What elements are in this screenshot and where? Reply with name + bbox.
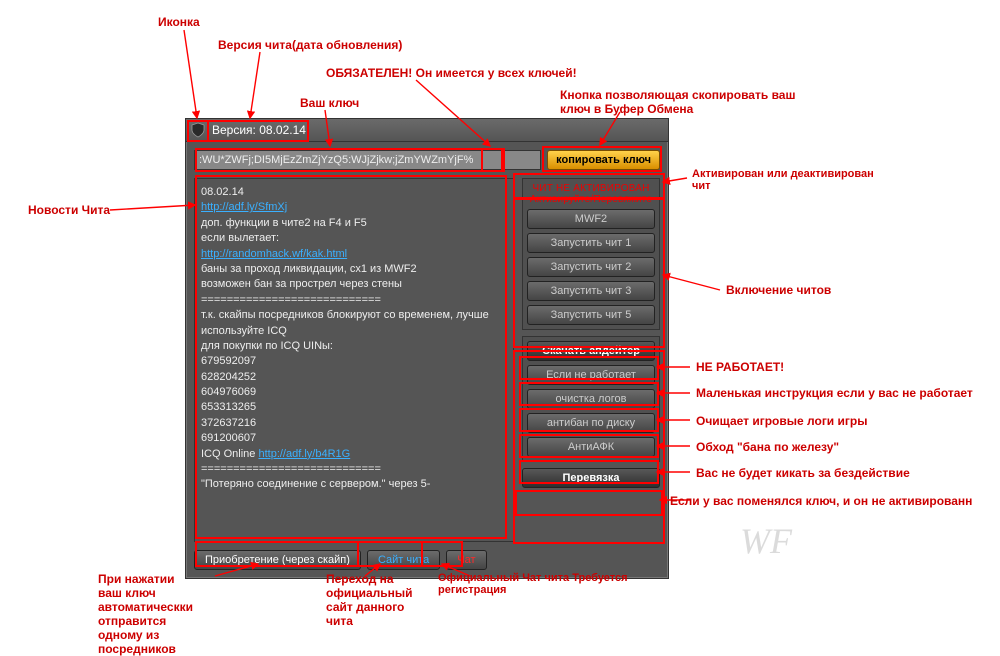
- annotation-label: НЕ РАБОТАЕТ!: [696, 360, 784, 374]
- news-link[interactable]: http://adf.ly/SfmXj: [201, 201, 287, 213]
- annotation-label: Официальный Чат чита Требуется регистрац…: [438, 572, 628, 596]
- if-not-working-button[interactable]: Если не работает: [527, 365, 655, 385]
- news-line: доп. функции в чите2 на F4 и F5: [201, 217, 367, 229]
- news-line: 604976069: [201, 386, 256, 398]
- key-input[interactable]: [194, 150, 541, 170]
- news-line: 653313265: [201, 401, 256, 413]
- watermark-text: WF: [740, 520, 792, 562]
- rebind-button[interactable]: Перевязка: [522, 468, 660, 488]
- annotation-label: Маленькая инструкция если у вас не работ…: [696, 386, 973, 400]
- annotation-label: Кнопка позволяющая скопировать ваш ключ …: [560, 88, 795, 116]
- news-line: 691200607: [201, 432, 256, 444]
- cheat-site-button[interactable]: Сайт чита: [367, 550, 440, 570]
- annotation-label: Если у вас поменялся ключ, и он не актив…: [670, 494, 972, 508]
- cheats-box-title: ЧИТ НЕ АКТИВИРОВАН Активируйте/Перевяжит…: [527, 183, 655, 205]
- run-cheat-1-button[interactable]: Запустить чит 1: [527, 233, 655, 253]
- news-panel[interactable]: 08.02.14 http://adf.ly/SfmXj доп. функци…: [194, 178, 514, 542]
- app-window: Версия: 08.02.14 копировать ключ 08.02.1…: [185, 118, 669, 579]
- annotation-label: ОБЯЗАТЕЛЕН! Он имеется у всех ключей!: [326, 66, 577, 80]
- mwf2-button[interactable]: MWF2: [527, 209, 655, 229]
- news-line: "Потеряно соединение с сервером." через …: [201, 478, 430, 490]
- annotation-label: Включение читов: [726, 283, 831, 297]
- run-cheat-2-button[interactable]: Запустить чит 2: [527, 257, 655, 277]
- annotation-label: Версия чита(дата обновления): [218, 38, 402, 52]
- run-cheat-5-button[interactable]: Запустить чит 5: [527, 305, 655, 325]
- news-line: 08.02.14: [201, 185, 507, 200]
- run-cheat-3-button[interactable]: Запустить чит 3: [527, 281, 655, 301]
- annotation-label: Активирован или деактивирован чит: [692, 168, 874, 192]
- annotation-label: Очищает игровые логи игры: [696, 414, 867, 428]
- annotation-label: Переход на официальный сайт данного чита: [326, 572, 413, 628]
- annotation-label: Иконка: [158, 15, 200, 29]
- download-updater-button[interactable]: Скачать апдейтер: [527, 341, 655, 361]
- tools-box: Скачать апдейтер Если не работает очистк…: [522, 336, 660, 462]
- chat-button[interactable]: Чат: [446, 550, 486, 570]
- news-link[interactable]: http://randomhack.wf/kak.html: [201, 248, 347, 260]
- cheats-box: ЧИТ НЕ АКТИВИРОВАН Активируйте/Перевяжит…: [522, 178, 660, 330]
- news-line: 679592097: [201, 355, 256, 367]
- news-line: баны за проход ликвидации, cx1 из MWF2: [201, 263, 417, 275]
- news-line: ============================: [201, 463, 381, 475]
- buy-via-skype-button[interactable]: Приобретение (через скайп): [194, 550, 361, 570]
- annotation-label: Обход "бана по железу": [696, 440, 839, 454]
- news-line: если вылетает:: [201, 232, 279, 244]
- news-link[interactable]: http://adf.ly/b4R1G: [258, 448, 350, 460]
- news-line: для покупки по ICQ UINы:: [201, 340, 333, 352]
- version-label: Версия: 08.02.14: [212, 123, 306, 137]
- annotation-label: Ваш ключ: [300, 96, 359, 110]
- news-line: 372637216: [201, 417, 256, 429]
- news-line: ICQ Online: [201, 448, 258, 460]
- news-line: возможен бан за прострел через стены: [201, 278, 402, 290]
- annotation-label: При нажатии ваш ключ автоматическки отпр…: [98, 572, 193, 656]
- annotation-label: Новости Чита: [28, 203, 110, 217]
- news-line: т.к. скайпы посредников блокируют со вре…: [201, 309, 489, 336]
- antiban-button[interactable]: антибан по диску: [527, 413, 655, 433]
- copy-key-button[interactable]: копировать ключ: [547, 150, 660, 170]
- news-line: 628204252: [201, 371, 256, 383]
- annotation-label: Вас не будет кикать за бездействие: [696, 466, 910, 480]
- clear-logs-button[interactable]: очистка логов: [527, 389, 655, 409]
- titlebar[interactable]: Версия: 08.02.14: [186, 119, 668, 142]
- news-line: ============================: [201, 294, 381, 306]
- shield-icon: [190, 122, 206, 138]
- antiafk-button[interactable]: АнтиАФК: [527, 437, 655, 457]
